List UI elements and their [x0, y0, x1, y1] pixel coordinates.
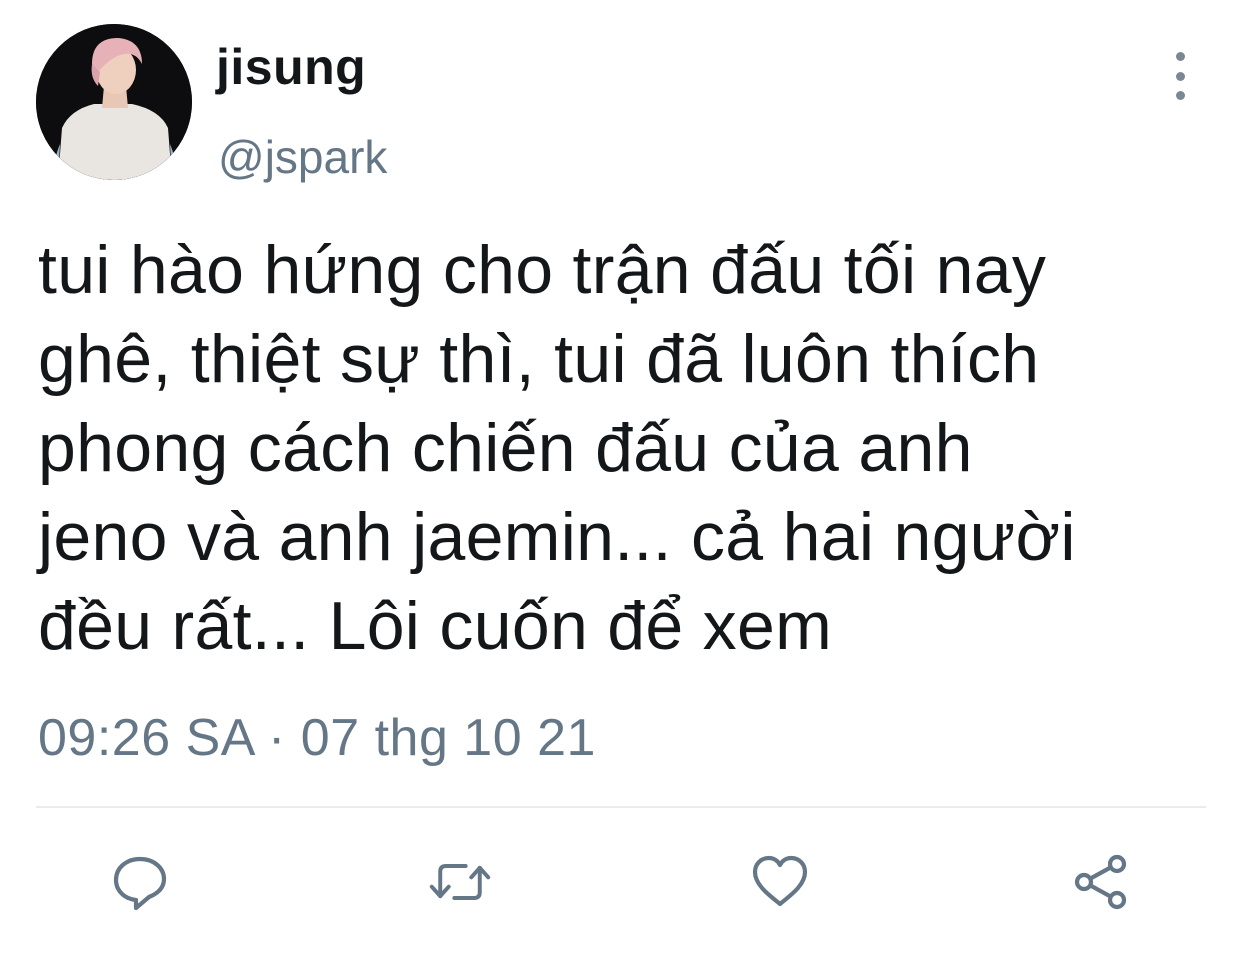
more-options-icon[interactable] [1158, 52, 1202, 100]
retweet-button[interactable] [428, 850, 492, 914]
avatar-image [36, 24, 192, 180]
tweet-text-line: jeno và anh jaemin... cả hai người [38, 499, 1076, 575]
display-name[interactable]: jisung [216, 38, 366, 96]
retweet-icon [429, 864, 491, 900]
divider [36, 806, 1206, 808]
share-icon [1074, 854, 1127, 910]
like-button[interactable] [748, 850, 812, 914]
reply-button[interactable] [108, 850, 172, 914]
heart-icon [752, 855, 808, 907]
user-handle[interactable]: @jspark [218, 130, 387, 184]
tweet-text-line: đều rất... Lôi cuốn để xem [38, 588, 833, 664]
menu-dot [1175, 71, 1185, 81]
bottom-strip [0, 958, 1242, 972]
tweet-text-line: ghê, thiệt sự thì, tui đã luôn thích [38, 321, 1040, 397]
tweet-timestamp[interactable]: 09:26 SA · 07 thg 10 21 [38, 708, 596, 768]
share-button[interactable] [1070, 850, 1134, 914]
menu-dot [1175, 52, 1185, 61]
avatar[interactable] [36, 24, 192, 180]
tweet-text-line: tui hào hứng cho trận đấu tối nay [38, 232, 1047, 308]
reply-icon [113, 856, 167, 911]
menu-dot [1175, 91, 1185, 100]
tweet-text-line: phong cách chiến đấu của anh [38, 410, 973, 486]
tweet-text: tui hào hứng cho trận đấu tối nay ghê, t… [38, 226, 1218, 671]
